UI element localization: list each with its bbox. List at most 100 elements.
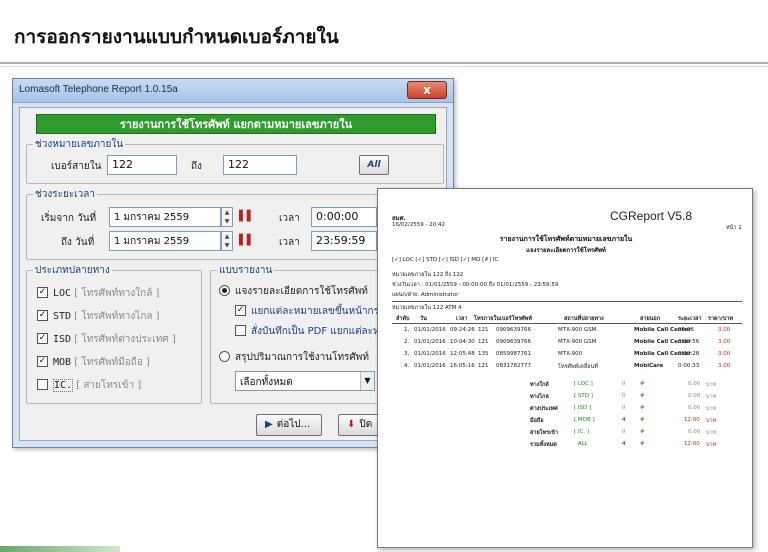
summary-hash: # — [640, 429, 645, 435]
summary-count: 0 — [622, 429, 626, 435]
summary-type-value: เลือกทั้งหมด — [240, 377, 293, 388]
row-cell: MTX-900 — [558, 351, 583, 357]
col-header: เบอร์โทรศัพท์ — [500, 316, 532, 322]
end-date-spinner[interactable]: ▲ ▼ — [221, 231, 233, 251]
summary-count: 0 — [622, 393, 626, 399]
row-cell: 10:04:30 — [450, 339, 475, 345]
mob-checkbox[interactable]: ✓ — [37, 356, 48, 367]
loc-desc: [ โทรศัพท์ทางใกล้ ] — [74, 288, 160, 299]
loc-checkbox[interactable]: ✓ — [37, 287, 48, 298]
row-cell: 01/01/2016 — [414, 339, 446, 345]
end-date-picker[interactable]: 1 มกราคม 2559 — [109, 231, 221, 251]
exit-icon: ⬇ — [347, 419, 356, 430]
row-cell: 0:00:56 — [678, 339, 700, 345]
ic-code: IC. — [53, 379, 74, 392]
report-app-title: CGReport V5.8 — [610, 209, 693, 223]
split-page-checkbox[interactable]: ✓ — [235, 305, 246, 316]
calendar-icon[interactable]: ▌▌ — [239, 211, 254, 223]
report-group-line: หมายเลขภายใน 122 ATM 4 — [392, 305, 462, 311]
ext-from-label: เบอร์สายใน — [51, 161, 102, 172]
summary-report-radio[interactable] — [219, 351, 230, 362]
ext-to-input[interactable]: 122 — [223, 155, 297, 175]
divider — [392, 323, 742, 324]
summary-count: 0 — [622, 381, 626, 387]
summary-unit: บาท — [706, 406, 717, 412]
summary-code: [ STD ] — [574, 393, 593, 399]
report-banner: รายงานการใช้โทรศัพท์ แยกตามหมายเลขภายใน — [36, 114, 436, 134]
detail-report-label: แจงรายละเอียดการใช้โทรศัพท์ — [235, 286, 368, 297]
start-time-input[interactable]: 0:00:00 — [311, 207, 377, 227]
summary-amount: 12.00 — [684, 441, 700, 447]
summary-label: ทางไกล — [530, 394, 549, 400]
row-cell: 0909639766 — [496, 339, 531, 345]
next-button-label: ต่อไป... — [276, 419, 311, 430]
row-cell: 1. — [404, 327, 410, 333]
col-header: วัน — [420, 316, 427, 322]
std-checkbox[interactable]: ✓ — [37, 310, 48, 321]
ext-from-input[interactable]: 122 — [107, 155, 177, 175]
summary-amount: 12.00 — [684, 417, 700, 423]
summary-hash: # — [640, 381, 645, 387]
col-header: สายนอก — [640, 316, 661, 322]
ic-checkbox[interactable] — [37, 379, 48, 390]
next-button[interactable]: ▶ ต่อไป... — [256, 414, 322, 436]
row-cell: 0:00:28 — [678, 351, 700, 357]
close-window-button[interactable]: x — [407, 81, 447, 99]
all-extensions-button[interactable]: All — [359, 155, 389, 175]
summary-report-label: สรุปปริมาณการใช้งานโทรศัพท์ — [235, 352, 369, 363]
summary-hash: # — [640, 417, 645, 423]
col-header: สถานที่ปลายทาง — [564, 316, 604, 322]
summary-label: ต่างประเทศ — [530, 406, 558, 412]
save-pdf-checkbox[interactable] — [235, 325, 246, 336]
window-title: Lomasoft Telephone Report 1.0.15a — [19, 84, 178, 95]
calendar-icon[interactable]: ▌▌ — [239, 235, 254, 247]
col-header: ราคา/บาท — [708, 316, 734, 322]
row-cell: 01/01/2016 — [414, 327, 446, 333]
save-pdf-label: สั่งบันทึกเป็น PDF แยกแต่ละหม — [251, 326, 387, 337]
isd-checkbox[interactable]: ✓ — [37, 333, 48, 344]
summary-unit: บาท — [706, 418, 717, 424]
summary-unit: บาท — [706, 394, 717, 400]
summary-hash: # — [640, 441, 645, 447]
row-cell: 4. — [404, 363, 410, 369]
summary-type-select[interactable]: เลือกทั้งหมด ▼ — [235, 371, 375, 391]
summary-amount: 0.00 — [688, 429, 701, 435]
start-time-label: เวลา — [279, 213, 300, 224]
exit-button-label: ปิด — [359, 419, 373, 430]
summary-code: [ IC. ] — [574, 429, 589, 435]
col-header: โทรภายใน — [474, 316, 500, 322]
start-date-spinner[interactable]: ▲ ▼ — [221, 207, 233, 227]
start-date-picker[interactable]: 1 มกราคม 2559 — [109, 207, 221, 227]
summary-amount: 0.00 — [688, 381, 701, 387]
ic-desc: [ สายโทรเข้า ] — [76, 380, 142, 391]
period-label: ช่วงระยะเวลา — [33, 187, 98, 202]
ext-to-label: ถึง — [191, 161, 202, 172]
report-preview: สมศ. 16/02/2559 - 20:42 CGReport V5.8 หน… — [377, 188, 753, 548]
report-heading: รายงานการใช้โทรศัพท์ตามหมายเลขภายใน — [499, 235, 633, 243]
summary-label: มือถือ — [530, 418, 544, 424]
summary-label: ทางใกล้ — [530, 382, 549, 388]
row-cell: 121 — [478, 339, 489, 345]
call-type-label: ประเภทปลายทาง — [33, 263, 112, 278]
summary-count: 0 — [622, 405, 626, 411]
summary-code: [ ISD ] — [574, 405, 592, 411]
row-cell: MobiCare — [634, 363, 664, 369]
row-cell: 09:24:26 — [450, 327, 475, 333]
end-time-input[interactable]: 23:59:59 — [311, 231, 377, 251]
row-cell: 3.00 — [718, 339, 731, 345]
row-cell: 121 — [478, 363, 489, 369]
window-titlebar[interactable]: Lomasoft Telephone Report 1.0.15a x — [13, 79, 453, 103]
summary-code: [ MOB ] — [574, 417, 595, 423]
extension-range-label: ช่วงหมายเลขภายใน — [33, 137, 126, 152]
summary-unit: บาท — [706, 430, 717, 436]
report-print-date: 16/02/2559 - 20:42 — [392, 222, 446, 228]
row-cell: โทรศัพท์เคลื่อนที่ — [558, 364, 598, 370]
row-cell: 16:05:16 — [450, 363, 475, 369]
summary-unit: บาท — [706, 382, 717, 388]
call-type-group: ประเภทปลายทาง ✓ LOC [ โทรศัพท์ทางใกล้ ] … — [26, 263, 202, 404]
title-divider — [0, 62, 768, 64]
summary-code: [ LOC ] — [574, 381, 593, 387]
report-dept-line: แผนก/ฝ่าย: Administrator — [392, 292, 459, 298]
row-cell: 12:05:48 — [450, 351, 475, 357]
detail-report-radio[interactable] — [219, 285, 230, 296]
